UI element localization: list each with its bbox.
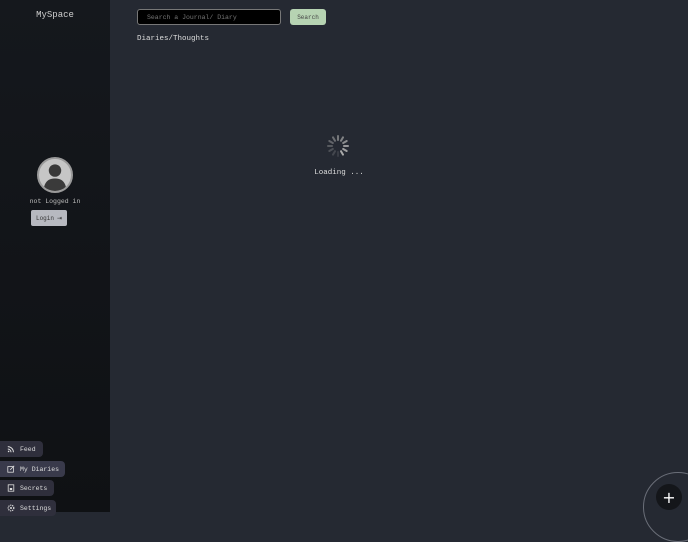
nav-my-diaries[interactable]: My Diaries [0,461,65,477]
nav-label: My Diaries [20,465,60,473]
spinner-segment [342,140,348,144]
user-silhouette-icon [43,164,67,191]
nav-label: Feed [20,445,36,453]
nav-feed[interactable]: Feed [0,441,43,457]
login-icon: ⇥ [56,214,63,222]
search-input[interactable] [137,9,281,25]
loading-text: Loading ... [314,169,364,177]
spinner-segment [328,140,334,144]
login-label: Login [35,214,54,222]
sidebar: MySpace not Logged in Login ⇥ Feed My Dia… [0,0,110,516]
login-status: not Logged in [29,198,81,205]
login-button[interactable]: Login ⇥ [31,210,67,226]
nav-secrets[interactable]: Secrets [0,480,54,496]
spinner-segment [340,150,344,156]
avatar [37,157,73,193]
nav-label: Secrets [20,484,48,492]
search-button[interactable]: Search [290,9,326,25]
spinner-segment [332,136,336,142]
nav-settings[interactable]: Settings [0,500,56,516]
edit-icon [7,465,15,473]
loading-spinner-icon [327,135,349,157]
nav-label: Settings [20,504,52,512]
lock-file-icon [7,484,15,492]
add-entry-button[interactable]: + [656,484,682,510]
spinner-segment [328,148,334,152]
gear-icon [7,504,15,512]
spinner-segment [332,150,336,156]
rss-icon [7,446,14,453]
page-heading: Diaries/Thoughts [137,35,210,43]
spinner-segment [340,136,344,142]
brand-title: MySpace [36,10,74,20]
spinner-segment [342,148,348,152]
